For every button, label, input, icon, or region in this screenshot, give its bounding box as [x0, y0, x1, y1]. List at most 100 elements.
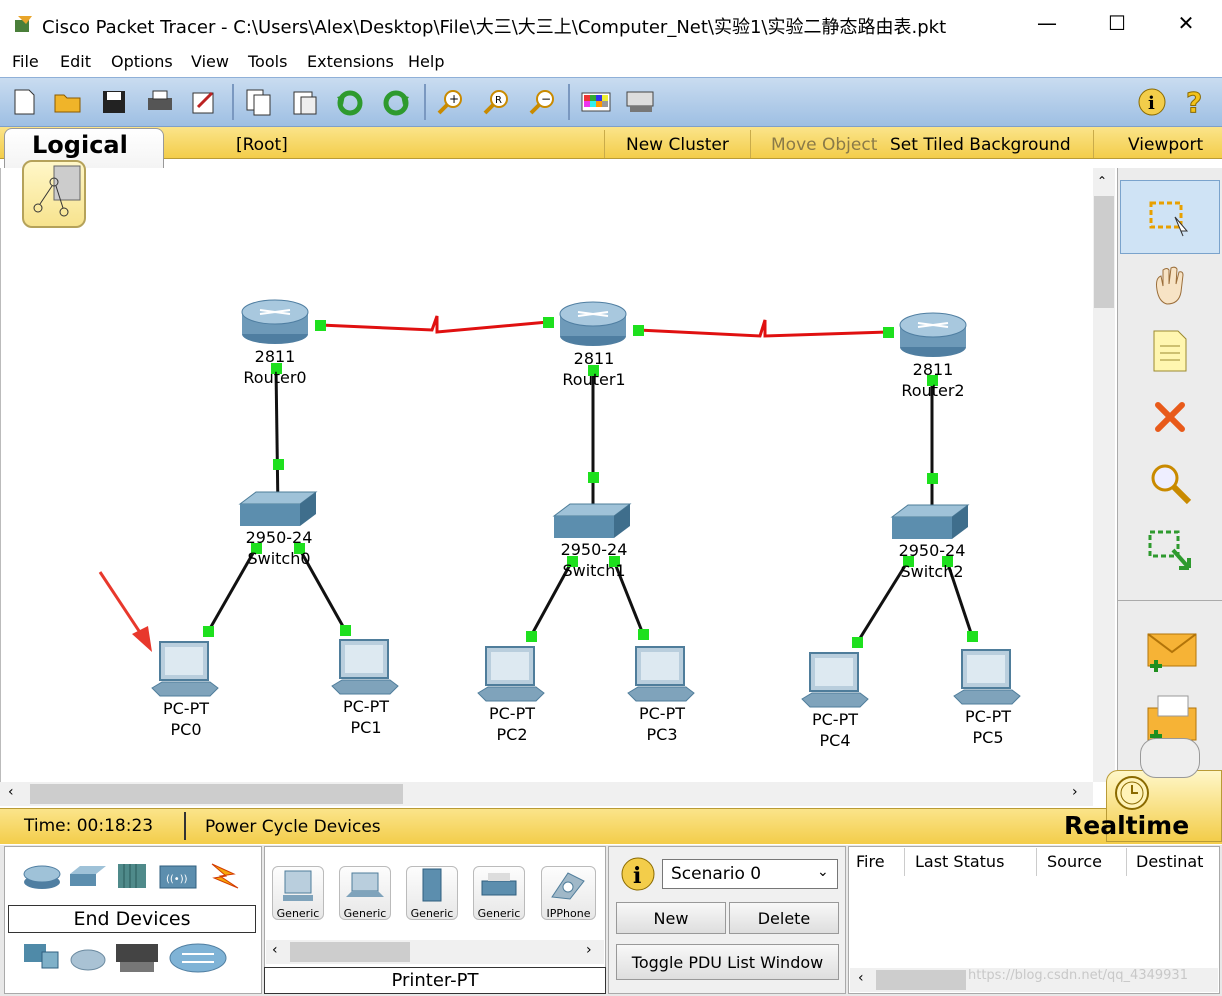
tools-divider	[1117, 600, 1222, 601]
scroll-left-icon[interactable]: ‹	[272, 942, 278, 958]
annotation-arrow	[98, 571, 152, 652]
vertical-scroll-thumb[interactable]	[1094, 196, 1114, 308]
router-icon[interactable]	[558, 300, 628, 352]
link-r0-s0[interactable]	[274, 367, 280, 511]
pc-model: PC-PT	[638, 704, 685, 723]
switch-model: 2950-24	[898, 541, 966, 560]
pdu-scroll-thumb[interactable]	[876, 970, 966, 990]
switch0-label: 2950-24 Switch0	[234, 527, 324, 569]
router0-label: 2811 Router0	[230, 346, 320, 388]
router-name: Router0	[243, 368, 307, 387]
serial-link-r0-r1[interactable]	[319, 315, 549, 334]
multiuser-category-icon[interactable]	[168, 942, 228, 978]
router1-label: 2811 Router1	[549, 348, 639, 390]
pc-name: PC1	[350, 718, 382, 737]
pc-icon[interactable]	[150, 640, 220, 704]
ipphone-button[interactable]: IPPhone	[541, 866, 596, 920]
device-list-scroll-thumb[interactable]	[290, 942, 410, 962]
scroll-right-icon[interactable]: ›	[1072, 784, 1078, 800]
pc-model: PC-PT	[162, 699, 209, 718]
generic-server-button[interactable]: Generic	[406, 866, 458, 920]
svg-text:i: i	[1148, 93, 1155, 114]
select-tool-icon[interactable]	[1120, 180, 1220, 254]
pc-icon[interactable]	[800, 651, 870, 715]
router2-label: 2811 Router2	[888, 359, 978, 401]
chevron-down-icon[interactable]: ⌄	[817, 864, 829, 880]
router-model: 2811	[573, 349, 615, 368]
scenario-select[interactable]: Scenario 0	[662, 859, 838, 889]
pc-name: PC5	[972, 728, 1004, 747]
custom-devices-category-icon[interactable]	[112, 938, 162, 982]
router-model: 2811	[254, 347, 296, 366]
pc-model: PC-PT	[964, 707, 1011, 726]
scroll-up-icon[interactable]: ⌃	[1097, 174, 1107, 188]
simulation-tab-icon[interactable]	[1140, 738, 1200, 778]
svg-text:((•)): ((•))	[166, 874, 188, 885]
pc-icon[interactable]	[330, 638, 400, 702]
pc-icon[interactable]	[952, 648, 1022, 712]
time-display: Time: 00:18:23	[24, 816, 154, 836]
add-simple-pdu-icon[interactable]	[1120, 614, 1220, 688]
help-icon[interactable]: ?	[1180, 86, 1212, 118]
scroll-left-icon[interactable]: ‹	[8, 784, 14, 800]
scroll-left-icon[interactable]: ‹	[858, 970, 864, 986]
viewport-button[interactable]: Viewport	[1128, 135, 1203, 155]
router-name: Router1	[562, 370, 626, 389]
routers-category-icon[interactable]	[22, 862, 62, 894]
svg-text:i: i	[633, 863, 641, 889]
bar-divider	[1093, 130, 1094, 158]
delete-icon[interactable]	[1120, 380, 1220, 454]
end-devices-category-icon[interactable]	[22, 940, 62, 980]
pdu-column-fire[interactable]: Fire	[856, 852, 885, 871]
router-name: Router2	[901, 381, 965, 400]
pc-name: PC2	[496, 725, 528, 744]
pc3-label: PC-PT PC3	[617, 703, 707, 745]
generic-printer-button[interactable]: Generic	[473, 866, 525, 920]
generic-laptop-button[interactable]: Generic	[339, 866, 391, 920]
power-cycle-devices-button[interactable]: Power Cycle Devices	[205, 817, 381, 837]
status-divider	[184, 812, 186, 840]
serial-link-r1-r2[interactable]	[637, 319, 889, 338]
inspect-icon[interactable]	[1120, 446, 1220, 520]
switch-name: Switch0	[247, 549, 311, 568]
delete-scenario-button[interactable]: Delete	[729, 902, 839, 934]
svg-text:?: ?	[1186, 87, 1202, 117]
pc-icon[interactable]	[476, 645, 546, 709]
pdu-column-source[interactable]: Source	[1047, 852, 1102, 871]
switches-category-icon[interactable]	[68, 864, 108, 892]
switch2-label: 2950-24 Switch2	[887, 540, 977, 582]
move-hand-icon[interactable]	[1120, 248, 1220, 322]
wireless-category-icon[interactable]: ((•))	[158, 862, 198, 894]
close-button[interactable]: ✕	[1163, 8, 1209, 38]
device-model-label: Generic	[477, 907, 521, 920]
resize-shape-icon[interactable]	[1120, 514, 1220, 588]
switch-model: 2950-24	[245, 528, 313, 547]
scenario-info-icon[interactable]: i	[620, 856, 656, 896]
pc0-label: PC-PT PC0	[141, 698, 231, 740]
toggle-pdu-list-button[interactable]: Toggle PDU List Window	[616, 944, 839, 980]
place-note-icon[interactable]	[1120, 314, 1220, 388]
hubs-category-icon[interactable]	[116, 862, 148, 894]
pc5-label: PC-PT PC5	[943, 706, 1033, 748]
maximize-button[interactable]: ☐	[1094, 8, 1140, 38]
device-model-label: Generic	[410, 907, 454, 920]
pc2-label: PC-PT PC2	[467, 703, 557, 745]
pdu-column-destination[interactable]: Destinat	[1136, 852, 1203, 871]
router-icon[interactable]	[898, 311, 968, 363]
pdu-column-last-status[interactable]: Last Status	[915, 852, 1004, 871]
info-icon[interactable]: i	[1136, 86, 1168, 118]
switch1-label: 2950-24 Switch1	[549, 539, 639, 581]
pc-model: PC-PT	[488, 704, 535, 723]
scenario-select-value: Scenario 0	[671, 864, 762, 884]
router-icon[interactable]	[240, 298, 310, 350]
pc-name: PC0	[170, 720, 202, 739]
new-scenario-button[interactable]: New	[616, 902, 726, 934]
wan-emulation-category-icon[interactable]	[68, 944, 108, 976]
scroll-right-icon[interactable]: ›	[586, 942, 592, 958]
connections-category-icon[interactable]	[204, 860, 244, 896]
horizontal-scroll-thumb[interactable]	[30, 784, 403, 804]
column-divider	[1126, 848, 1127, 876]
pc-icon[interactable]	[626, 645, 696, 709]
generic-pc-button[interactable]: Generic	[272, 866, 324, 920]
device-model-label: Generic	[276, 907, 320, 920]
